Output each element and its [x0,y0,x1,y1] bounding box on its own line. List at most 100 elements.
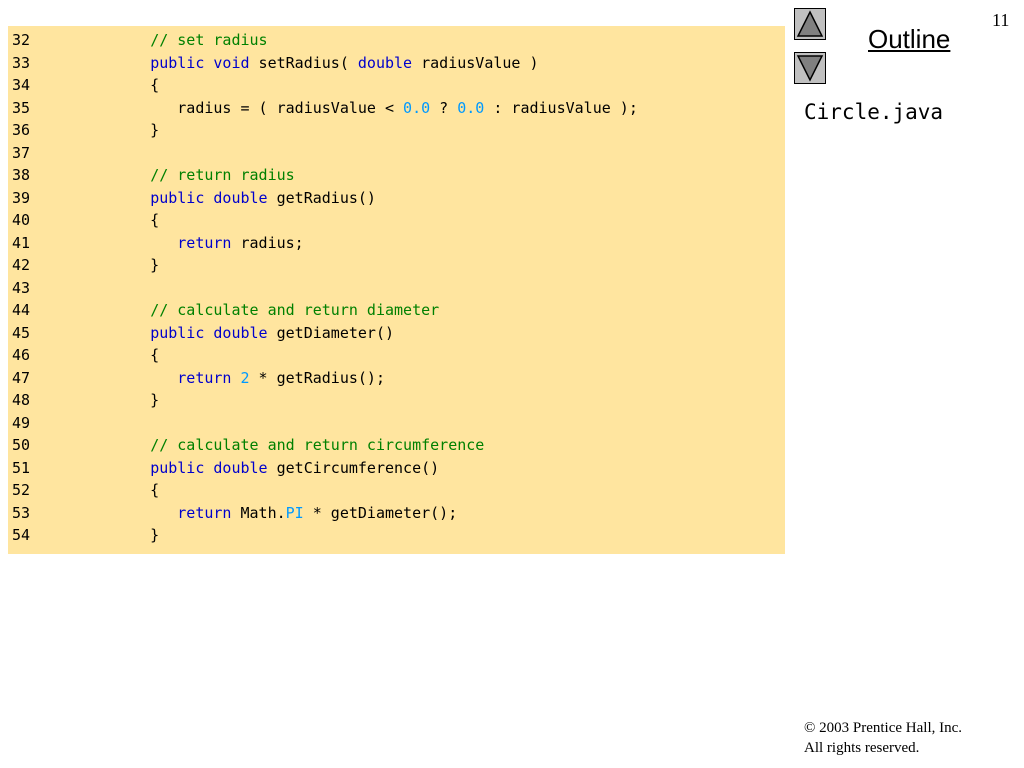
line-number: 47 [12,368,31,387]
line-number: 33 [12,53,31,72]
code-keyword: double [213,458,268,477]
code-line: 50 // calculate and return circumference [8,434,484,457]
next-slide-button[interactable] [794,52,826,84]
code-keyword: double [213,323,268,342]
line-number: 42 [12,256,31,274]
code-line: 42 } [8,254,159,277]
code-line: 54 } [8,524,159,547]
code-keyword: double [357,53,413,72]
previous-slide-button[interactable] [794,8,826,40]
code-keyword: public [150,188,205,207]
line-number: 53 [12,503,31,522]
line-number: 49 [12,413,31,432]
code-text: } [96,256,160,274]
code-line: 45 public double getDiameter() [8,322,394,345]
code-line: 44 // calculate and return diameter [8,299,439,322]
code-line: 38 // return radius [8,164,295,187]
code-comment: // return radius [150,166,295,184]
code-keyword: void [213,53,250,72]
slide-page-number: 11 [992,10,1010,30]
triangle-down-icon [796,55,824,82]
code-text: * getDiameter(); [303,503,458,522]
code-line: 46 { [8,344,159,367]
code-line: 40 { [8,209,159,232]
code-line: 39 public double getRadius() [8,187,376,210]
code-line: 34 { [8,74,159,97]
outline-link[interactable]: Outline [868,24,950,55]
code-keyword: return [177,368,232,387]
code-literal: 0.0 [457,98,485,117]
line-number: 41 [12,233,31,252]
code-text: { [96,211,160,229]
code-line: 49 [8,412,96,435]
code-text: { [96,346,160,364]
code-keyword: double [213,188,268,207]
line-number: 40 [12,211,31,229]
code-line: 37 [8,142,96,165]
code-text: ? [430,98,458,117]
code-line: 35 radius = ( radiusValue < 0.0 ? 0.0 : … [8,97,638,120]
code-text: radius = ( radiusValue < [96,98,404,117]
code-comment: // calculate and return circumference [150,436,485,454]
code-literal: PI [285,503,304,522]
rights-line: All rights reserved. [804,740,920,756]
line-number: 48 [12,391,31,409]
code-text: getRadius() [267,188,376,207]
code-line: 36 } [8,119,159,142]
code-text: radius; [231,233,304,252]
code-line: 53 return Math.PI * getDiameter(); [8,502,457,525]
line-number: 38 [12,166,31,184]
code-keyword: public [150,323,205,342]
code-text: { [96,481,160,499]
line-number: 39 [12,188,31,207]
code-text: getCircumference() [267,458,440,477]
code-text: { [96,76,160,94]
line-number: 35 [12,98,31,117]
line-number: 43 [12,278,31,297]
code-keyword: public [150,53,205,72]
line-number: 50 [12,436,31,454]
code-comment: // set radius [150,31,268,49]
code-literal: 0.0 [403,98,431,117]
line-number: 37 [12,143,31,162]
code-text: } [96,526,160,544]
code-text: setRadius( [249,53,358,72]
code-line: 41 return radius; [8,232,304,255]
line-number: 34 [12,76,31,94]
code-line: 51 public double getCircumference() [8,457,439,480]
code-text: getDiameter() [267,323,395,342]
code-line: 48 } [8,389,159,412]
triangle-up-icon [796,10,824,37]
code-keyword: return [177,503,232,522]
line-number: 36 [12,121,31,139]
code-line: 52 { [8,479,159,502]
code-line: 33 public void setRadius( double radiusV… [8,52,539,75]
line-number: 46 [12,346,31,364]
code-keyword: public [150,458,205,477]
code-listing: 32 // set radius 33 public void setRadius… [8,26,785,554]
code-text: : radiusValue ); [484,98,638,117]
code-text: } [96,121,160,139]
line-number: 44 [12,301,31,319]
code-comment: // calculate and return diameter [150,301,440,319]
source-filename: Circle.java [804,100,944,124]
code-text: radiusValue ) [412,53,539,72]
line-number: 52 [12,481,31,499]
line-number: 51 [12,458,31,477]
line-number: 54 [12,526,31,544]
code-text: } [96,391,160,409]
copyright-line: © 2003 Prentice Hall, Inc. [804,720,963,736]
code-literal: 2 [240,368,250,387]
